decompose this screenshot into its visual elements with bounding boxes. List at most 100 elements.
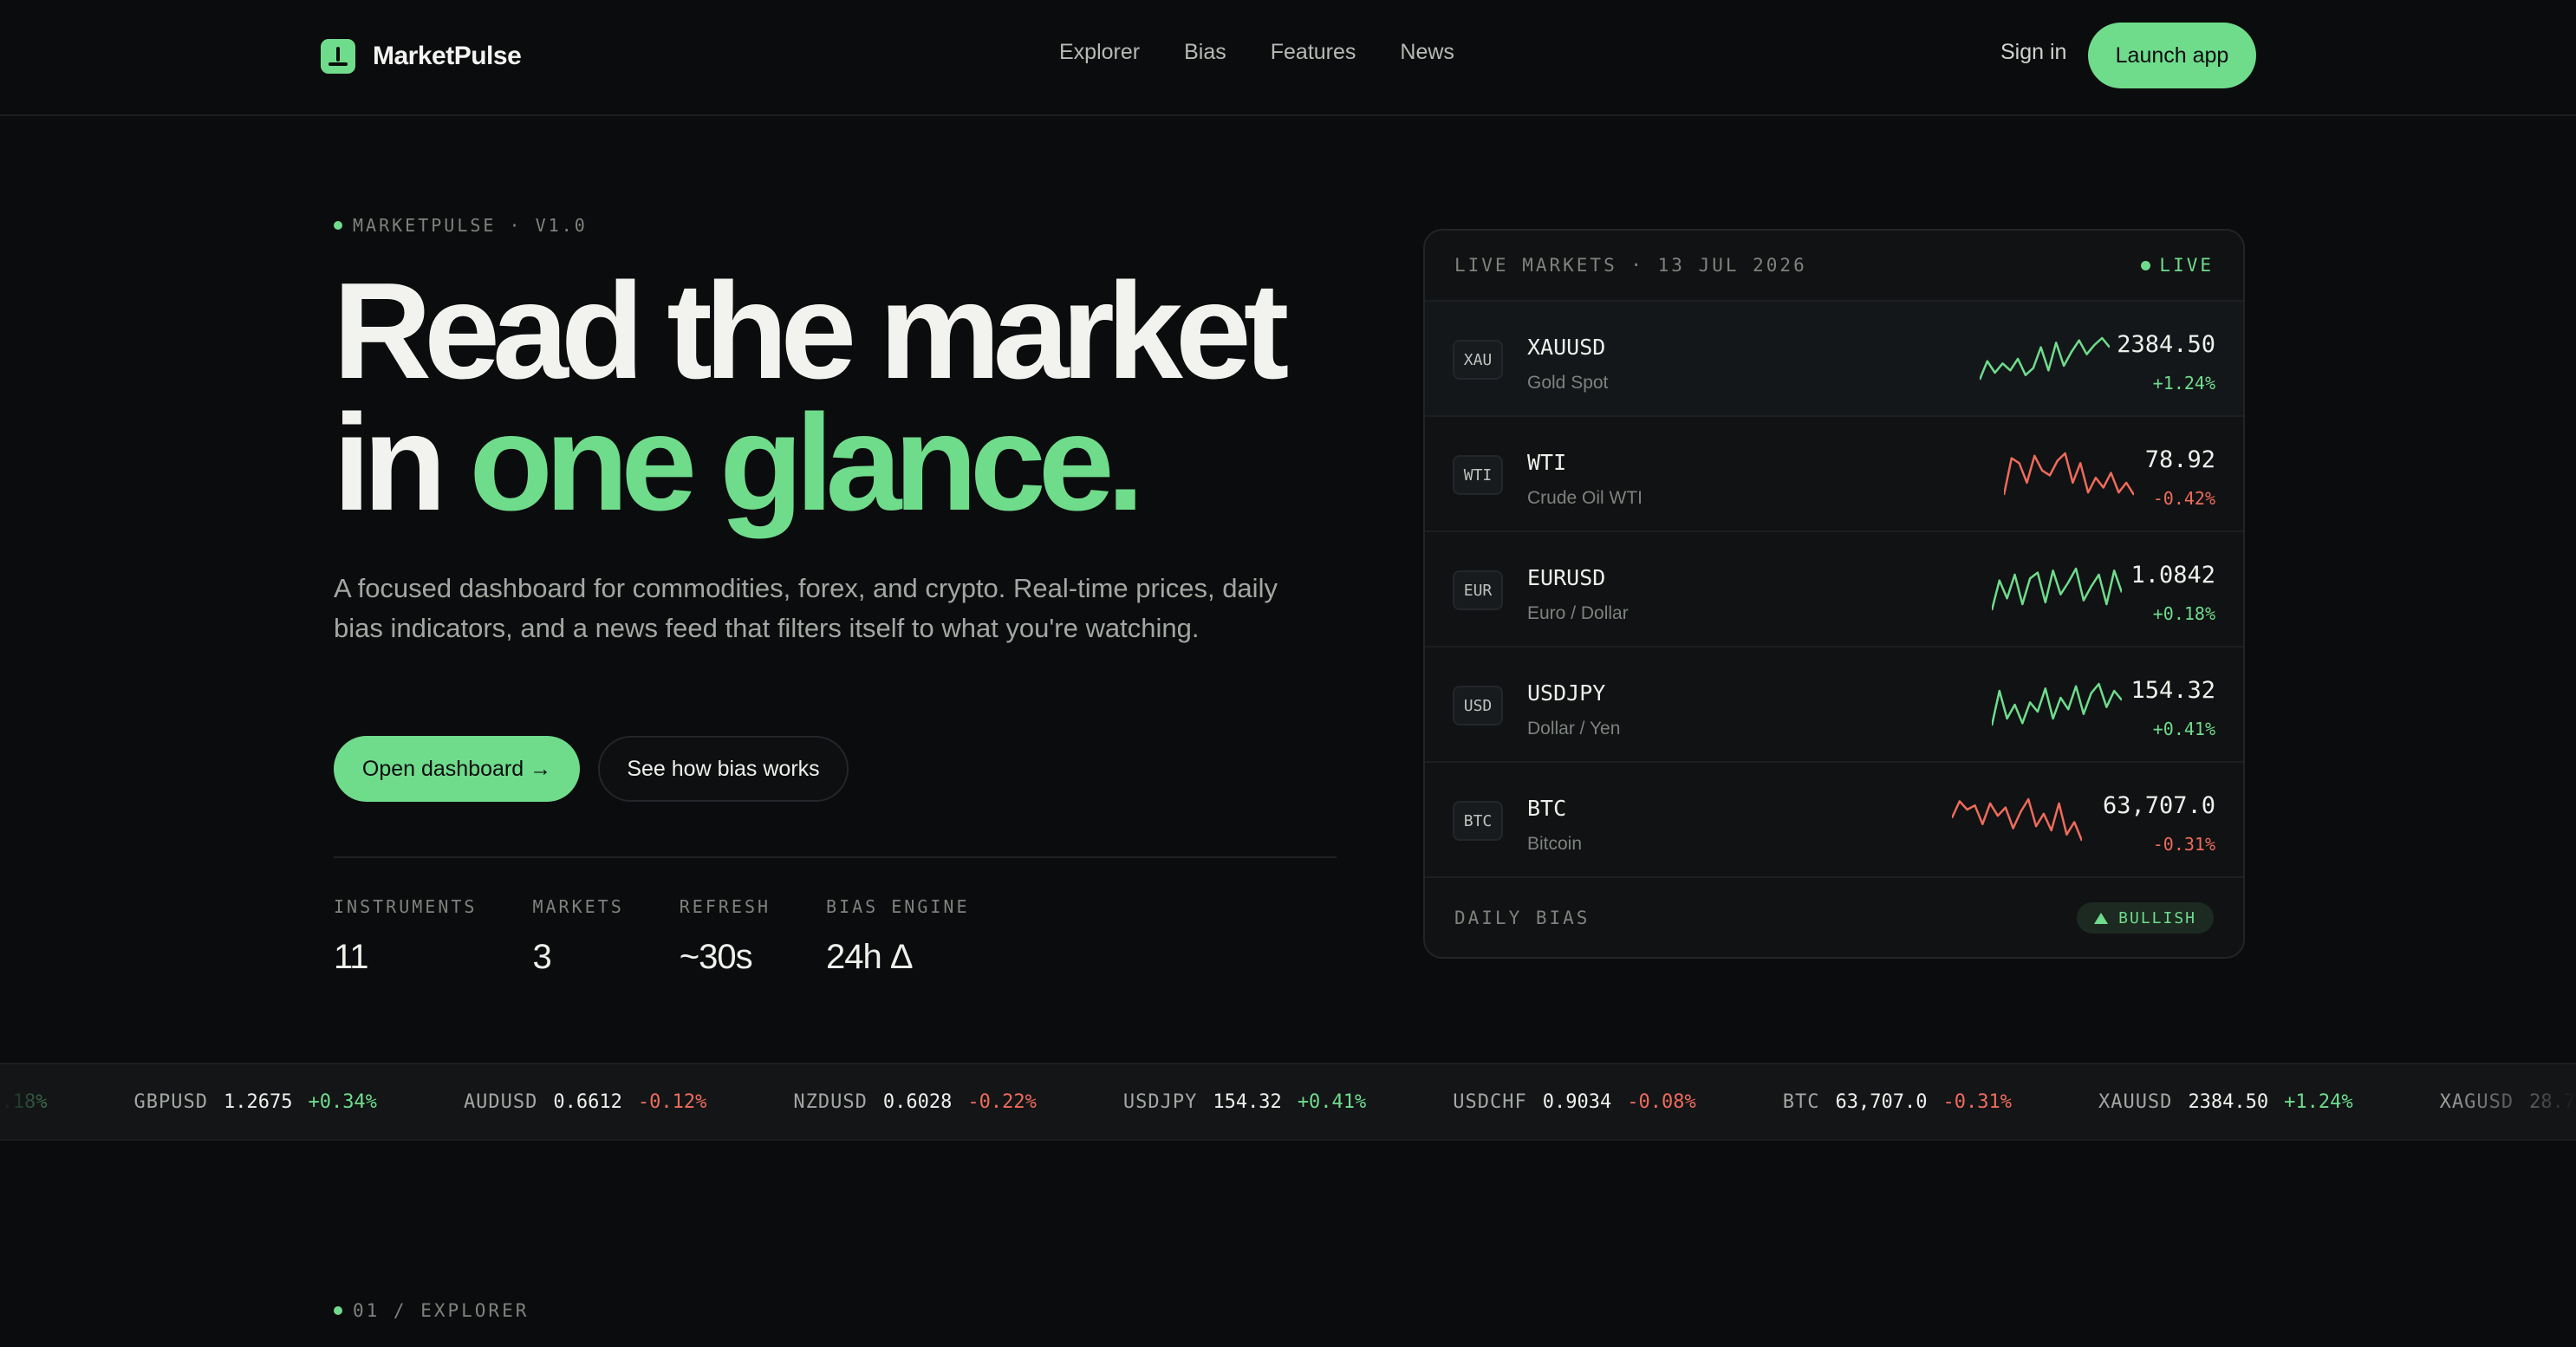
ticker-symbol: AUDUSD (463, 1090, 538, 1113)
ticker-item[interactable]: XAUUSD 2384.50 +1.24% (2098, 1091, 2353, 1113)
instrument-badge: BTC (1453, 801, 1503, 841)
instrument-badge: XAU (1453, 340, 1503, 380)
instrument-price: 2384.50 (2117, 331, 2215, 358)
ticker-price: 63,707.0 (1835, 1090, 1928, 1113)
nav-link-bias[interactable]: Bias (1184, 40, 1226, 65)
launch-app-button[interactable]: Launch app (2088, 23, 2256, 88)
instrument-name: Euro / Dollar (1527, 603, 1629, 623)
ticker-symbol: BTC (1782, 1090, 1820, 1113)
instrument-change: -0.42% (2152, 488, 2215, 509)
live-indicator: LIVE (2141, 255, 2214, 276)
instrument-price: 1.0842 (2130, 562, 2215, 589)
brand-mark-icon (321, 39, 355, 74)
see-how-bias-works-button[interactable]: See how bias works (598, 736, 849, 802)
open-dashboard-button[interactable]: Open dashboard → (334, 736, 580, 802)
instrument-symbol: EURUSD (1527, 565, 1606, 590)
ticker-fade-right (2437, 1064, 2576, 1139)
nav-link-features[interactable]: Features (1271, 40, 1356, 65)
live-markets-panel: LIVE MARKETS · 13 JUL 2026 LIVE XAU XAUU… (1423, 229, 2245, 959)
market-row-wti[interactable]: WTI WTI Crude Oil WTI 78.92 -0.42% (1425, 417, 2243, 532)
ticker-symbol: GBPUSD (133, 1090, 208, 1113)
triangle-up-icon (2094, 912, 2109, 924)
ticker-price: 154.32 (1213, 1090, 1282, 1113)
instrument-price: 78.92 (2144, 446, 2215, 473)
sign-in-link[interactable]: Sign in (2000, 40, 2066, 65)
stat-value: ~30s (679, 938, 753, 976)
market-row-xauusd[interactable]: XAU XAUUSD Gold Spot 2384.50 +1.24% (1425, 302, 2243, 417)
ticker-price: 0.6612 (553, 1090, 622, 1113)
panel-footer: DAILY BIAS BULLISH (1425, 879, 2243, 957)
nav-links: Explorer Bias Features News (1059, 40, 1454, 65)
instrument-symbol: BTC (1527, 796, 1567, 821)
nav-link-explorer[interactable]: Explorer (1059, 40, 1140, 65)
instrument-badge: WTI (1453, 455, 1503, 495)
stat-label: MARKETS (532, 896, 624, 917)
hero-divider (334, 856, 1337, 858)
ticker-item[interactable]: GBPUSD 1.2675 +0.34% (133, 1091, 376, 1113)
sparkline-chart (1992, 567, 2122, 611)
instrument-name: Gold Spot (1527, 373, 1609, 393)
instrument-name: Dollar / Yen (1527, 719, 1621, 739)
hero-subtitle: A focused dashboard for commodities, for… (334, 573, 1278, 643)
ticker-change: -0.08% (1627, 1090, 1696, 1113)
instrument-change: +0.18% (2152, 603, 2215, 624)
ticker-track: +0.18%GBPUSD1.2675+0.34%AUDUSD0.6612-0.1… (0, 1064, 2576, 1139)
nav-link-news[interactable]: News (1400, 40, 1454, 65)
instrument-name: Crude Oil WTI (1527, 488, 1643, 508)
instrument-change: +0.41% (2152, 719, 2215, 739)
ticker-fade-left (0, 1064, 104, 1139)
live-dot-icon (2141, 260, 2151, 270)
bias-value: BULLISH (2118, 908, 2196, 927)
sparkline-chart (1992, 682, 2122, 726)
live-label: LIVE (2159, 255, 2214, 276)
ticker-price: 0.6028 (882, 1090, 953, 1113)
ticker-price: 1.2675 (223, 1090, 293, 1113)
headline-line-1: Read the market (333, 255, 1289, 407)
instrument-symbol: USDJPY (1527, 680, 1606, 706)
stat-label: INSTRUMENTS (334, 896, 478, 917)
stat-label: BIAS ENGINE (826, 896, 970, 917)
section-eyebrow-text: 01 / EXPLORER (353, 1300, 530, 1321)
sparkline-path (1980, 336, 2110, 381)
instrument-change: +1.24% (2152, 373, 2215, 394)
panel-header: LIVE MARKETS · 13 JUL 2026 LIVE (1425, 231, 2243, 302)
headline-line-2-plain: in (333, 387, 470, 539)
instrument-change: -0.31% (2152, 834, 2215, 855)
sparkline-path (2004, 452, 2134, 496)
ticker-item[interactable]: USDCHF 0.9034 -0.08% (1453, 1091, 1695, 1113)
status-dot-icon (334, 221, 342, 230)
instrument-badge: EUR (1453, 570, 1503, 610)
ticker-price: 2384.50 (2188, 1090, 2269, 1113)
sparkline-path (1992, 567, 2122, 611)
stat-bias-engine: BIAS ENGINE 24h Δ (826, 896, 969, 977)
stat-markets: MARKETS 3 (532, 896, 623, 977)
ticker-item[interactable]: USDJPY 154.32 +0.41% (1123, 1091, 1366, 1113)
stat-value: 24h Δ (826, 938, 914, 976)
market-row-usdjpy[interactable]: USD USDJPY Dollar / Yen 154.32 +0.41% (1425, 647, 2243, 763)
panel-title: LIVE MARKETS · 13 JUL 2026 (1454, 255, 1807, 276)
sparkline-chart (1980, 336, 2110, 381)
brand-logo[interactable]: MarketPulse (321, 38, 522, 75)
ticker-item[interactable]: BTC 63,707.0 -0.31% (1783, 1091, 2012, 1113)
ticker-symbol: USDCHF (1453, 1090, 1527, 1113)
ticker-price: 0.9034 (1542, 1090, 1612, 1113)
brand-name: MarketPulse (373, 42, 522, 70)
hero-eyebrow-text: MARKETPULSE · V1.0 (353, 215, 588, 236)
stat-instruments: INSTRUMENTS 11 (334, 896, 477, 977)
section-eyebrow: 01 / EXPLORER (334, 1300, 529, 1321)
ticker-change: +0.34% (308, 1090, 377, 1113)
daily-bias-label: DAILY BIAS (1454, 908, 1590, 928)
ticker-item[interactable]: AUDUSD 0.6612 -0.12% (464, 1091, 706, 1113)
sparkline-path (1992, 682, 2122, 726)
top-nav: MarketPulse Explorer Bias Features News … (0, 0, 2576, 116)
instrument-symbol: WTI (1527, 450, 1567, 475)
ticker-item[interactable]: NZDUSD 0.6028 -0.22% (793, 1091, 1036, 1113)
ticker-symbol: XAUUSD (2098, 1090, 2173, 1113)
market-row-eurusd[interactable]: EUR EURUSD Euro / Dollar 1.0842 +0.18% (1425, 532, 2243, 647)
section-dot-icon (334, 1306, 342, 1315)
price-ticker: +0.18%GBPUSD1.2675+0.34%AUDUSD0.6612-0.1… (0, 1063, 2576, 1141)
instrument-price: 154.32 (2130, 677, 2215, 704)
instrument-badge: USD (1453, 686, 1503, 726)
ticker-change: +0.41% (1297, 1090, 1367, 1113)
market-row-btc[interactable]: BTC BTC Bitcoin 63,707.0 -0.31% (1425, 763, 2243, 878)
